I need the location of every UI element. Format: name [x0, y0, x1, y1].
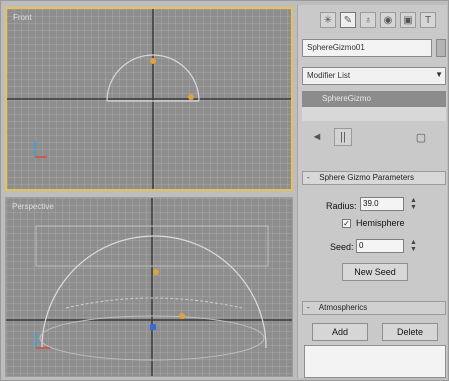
sphere-gizmo-parameters-rollout[interactable]: - Sphere Gizmo Parameters — [302, 171, 446, 185]
seed-label: Seed: — [330, 242, 354, 252]
create-tab[interactable]: ✳ — [320, 12, 336, 28]
object-name-field[interactable]: SphereGizmo01 — [302, 39, 432, 57]
perspective-viewport-scene — [6, 198, 292, 376]
delete-button[interactable]: Delete — [382, 323, 438, 341]
pause-icon: || — [340, 131, 346, 143]
new-seed-button[interactable]: New Seed — [342, 263, 408, 281]
show-end-result-button[interactable]: || — [334, 128, 352, 146]
radius-input[interactable]: 39.0 — [360, 197, 404, 211]
atmospherics-list[interactable] — [304, 345, 446, 378]
app-window: Front Perspective ✳ ✎ ♁ ◉ ▣ T SphereGizm… — [0, 0, 449, 381]
front-viewport[interactable]: Front — [5, 7, 293, 191]
hierarchy-icon: ♁ — [364, 14, 372, 26]
motion-tab[interactable]: ◉ — [380, 12, 396, 28]
display-icon: ▣ — [403, 14, 413, 26]
rollout-title: Atmospherics — [318, 303, 368, 312]
configure-icon: ▢ — [415, 131, 427, 144]
rollout-title: Sphere Gizmo Parameters — [319, 173, 414, 182]
seed-spinner[interactable]: ▲ ▼ — [410, 239, 418, 253]
seed-input[interactable]: 0 — [356, 239, 404, 253]
dome-outline — [41, 235, 267, 349]
front-viewport-scene — [7, 9, 291, 189]
atmospherics-rollout[interactable]: - Atmospherics — [302, 301, 446, 315]
motion-icon: ◉ — [383, 14, 393, 26]
remove-modifier-button[interactable] — [386, 128, 404, 146]
modifier-list-label: Modifier List — [307, 71, 351, 80]
gizmo-point-top — [150, 58, 156, 64]
add-button[interactable]: Add — [312, 323, 368, 341]
stack-tools: ◄ || ▢ — [302, 127, 446, 147]
modify-tab[interactable]: ✎ — [340, 12, 356, 28]
display-tab[interactable]: ▣ — [400, 12, 416, 28]
gizmo-point-right — [188, 94, 194, 100]
collapse-icon: - — [307, 173, 310, 182]
radius-label: Radius: — [326, 201, 357, 211]
make-unique-button[interactable] — [360, 128, 378, 146]
command-panel: ✳ ✎ ♁ ◉ ▣ T SphereGizmo01 Modifier List … — [297, 5, 447, 378]
hemisphere-checkbox[interactable]: ✓ — [342, 219, 351, 228]
configure-sets-button[interactable]: ▢ — [412, 128, 430, 146]
perspective-viewport[interactable]: Perspective — [5, 197, 293, 377]
create-icon: ✳ — [323, 14, 333, 26]
gizmo-point-top — [153, 269, 159, 275]
gizmo-pivot — [150, 324, 156, 330]
hierarchy-tab[interactable]: ♁ — [360, 12, 376, 28]
command-panel-tabs: ✳ ✎ ♁ ◉ ▣ T — [298, 5, 448, 35]
pin-stack-button[interactable]: ◄ — [308, 128, 326, 146]
modifier-list-dropdown[interactable]: Modifier List ▼ — [302, 67, 446, 85]
chevron-down-icon: ▼ — [435, 70, 443, 79]
dome-latitude-ring — [65, 297, 243, 309]
modifier-stack-area[interactable] — [302, 107, 446, 121]
radius-spinner[interactable]: ▲ ▼ — [410, 197, 418, 211]
object-color-swatch[interactable] — [436, 39, 446, 57]
utilities-icon: T — [424, 14, 432, 26]
collapse-icon: - — [307, 303, 310, 312]
utilities-tab[interactable]: T — [420, 12, 436, 28]
hemisphere-label: Hemisphere — [356, 218, 405, 228]
modify-icon: ✎ — [343, 14, 353, 26]
modifier-stack-item[interactable]: SphereGizmo — [302, 91, 446, 107]
pin-icon: ◄ — [311, 131, 323, 143]
gizmo-point-right — [179, 313, 185, 319]
